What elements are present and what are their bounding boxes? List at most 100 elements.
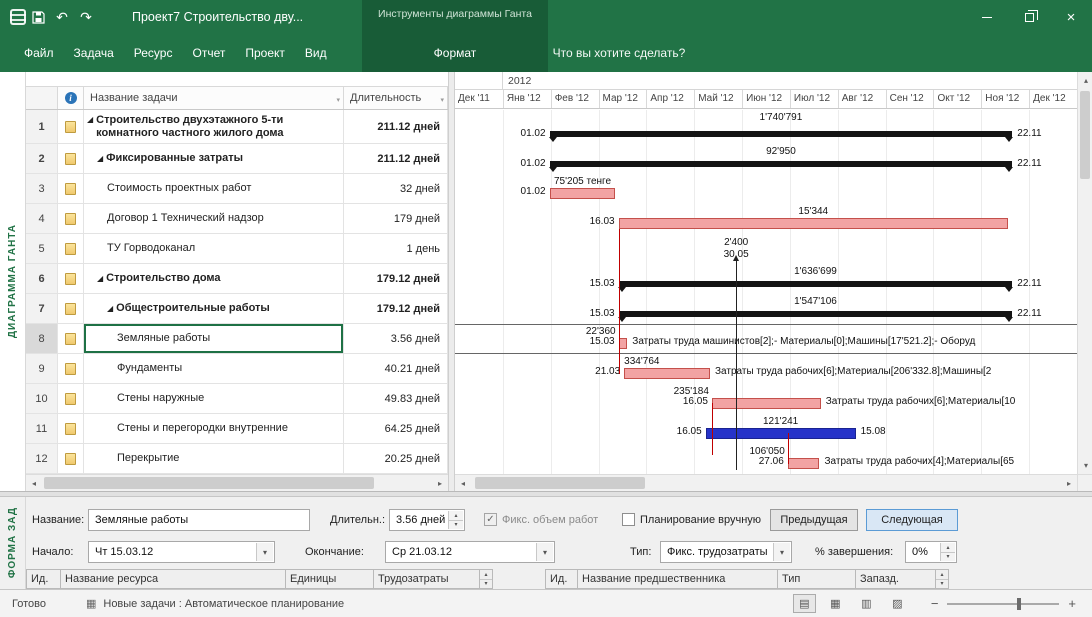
finish-date-dropdown[interactable]: Ср 21.03.12 ▾ — [385, 541, 555, 563]
zoom-in-icon[interactable]: + — [1068, 596, 1076, 611]
task-bar[interactable] — [787, 458, 820, 469]
task-bar[interactable] — [705, 428, 856, 439]
spin-up-icon[interactable]: ▴ — [449, 511, 463, 520]
month-label[interactable]: Окт '12 — [933, 90, 981, 108]
scroll-left-icon[interactable]: ◂ — [455, 475, 471, 492]
row-number[interactable]: 6 — [26, 264, 58, 293]
effort-driven-checkbox[interactable]: ✓ Фикс. объем работ — [484, 513, 598, 526]
table-row[interactable]: 8 Земляные работы 3.56 дней — [26, 324, 448, 354]
scroll-up-icon[interactable]: ▴ — [936, 570, 948, 579]
row-number-header[interactable] — [26, 87, 58, 109]
task-bar[interactable] — [618, 338, 628, 349]
chevron-down-icon[interactable]: ▾ — [773, 543, 790, 561]
duration-column-header[interactable]: Длительность ▾ — [344, 87, 448, 109]
view-label-strip-form[interactable]: ФОРМА ЗАД — [0, 497, 26, 589]
task-name-cell[interactable]: ◢ Фиксированные затраты — [84, 144, 344, 173]
summary-bar[interactable] — [617, 311, 1014, 322]
scroll-down-icon[interactable]: ▾ — [480, 578, 492, 589]
scroll-down-icon[interactable]: ▾ — [1078, 457, 1092, 474]
zoom-slider[interactable] — [947, 597, 1060, 610]
scroll-right-icon[interactable]: ▸ — [1061, 475, 1077, 492]
predecessor-grid-header-id[interactable]: Ид. — [545, 569, 578, 589]
restore-button[interactable] — [1008, 0, 1050, 34]
month-label[interactable]: Ноя '12 — [981, 90, 1029, 108]
row-number[interactable]: 3 — [26, 174, 58, 203]
task-duration-cell[interactable]: 179.12 дней — [344, 294, 448, 323]
task-duration-cell[interactable]: 3.56 дней — [344, 324, 448, 353]
chevron-down-icon[interactable]: ▾ — [536, 543, 553, 561]
predecessor-grid-header-lag[interactable]: Запазд. — [855, 569, 936, 589]
scroll-down-icon[interactable]: ▾ — [936, 578, 948, 589]
chevron-down-icon[interactable]: ▾ — [256, 543, 273, 561]
task-duration-cell[interactable]: 49.83 дней — [344, 384, 448, 413]
resource-grid-header-work[interactable]: Трудозатраты — [373, 569, 480, 589]
resource-grid-header-name[interactable]: Название ресурса — [60, 569, 286, 589]
task-bar[interactable] — [618, 218, 1008, 229]
task-bar[interactable] — [549, 188, 616, 199]
task-name-cell[interactable]: Договор 1 Технический надзор — [84, 204, 344, 233]
table-row[interactable]: 12 Перекрытие 20.25 дней — [26, 444, 448, 474]
spin-down-icon[interactable]: ▾ — [449, 519, 463, 529]
month-label[interactable]: Янв '12 — [502, 90, 551, 108]
spin-up-icon[interactable]: ▴ — [941, 543, 955, 552]
name-column-header[interactable]: Название задачи ▾ — [84, 87, 344, 109]
scroll-left-icon[interactable]: ◂ — [26, 475, 42, 492]
row-number[interactable]: 9 — [26, 354, 58, 383]
table-row[interactable]: 1 ◢ Строительство двухэтажного 5-ти комнат… — [26, 110, 448, 144]
zoom-slider-thumb[interactable] — [1017, 597, 1022, 610]
start-date-dropdown[interactable]: Чт 15.03.12 ▾ — [88, 541, 275, 563]
new-tasks-mode-button[interactable]: ▦ Новые задачи : Автоматическое планиров… — [86, 597, 344, 611]
task-duration-cell[interactable]: 64.25 дней — [344, 414, 448, 443]
month-label[interactable]: Дек '12 — [1029, 90, 1077, 108]
timescale[interactable]: 2012 Дек '11 Янв '12 Фев '12 Мар '12 Апр '12… — [455, 72, 1077, 110]
expand-triangle-icon[interactable]: ◢ — [97, 153, 103, 165]
task-duration-cell[interactable]: 211.12 дней — [344, 144, 448, 173]
row-number[interactable]: 2 — [26, 144, 58, 173]
task-name-cell[interactable]: Стоимость проектных работ — [84, 174, 344, 203]
task-duration-cell[interactable]: 40.21 дней — [344, 354, 448, 383]
scroll-up-icon[interactable]: ▴ — [480, 570, 492, 579]
row-number[interactable]: 11 — [26, 414, 58, 443]
scrollbar-thumb[interactable] — [44, 477, 374, 489]
scroll-right-icon[interactable]: ▸ — [432, 475, 448, 492]
row-number[interactable]: 10 — [26, 384, 58, 413]
previous-task-button[interactable]: Предыдущая — [770, 509, 858, 531]
undo-icon[interactable]: ↶ — [50, 4, 74, 30]
spinner-buttons[interactable]: ▴ ▾ — [448, 511, 463, 529]
view-resource-sheet-icon[interactable]: ▨ — [886, 594, 909, 613]
table-row[interactable]: 5 ТУ Горводоканал 1 день — [26, 234, 448, 264]
predecessor-grid-header-name[interactable]: Название предшественника — [577, 569, 778, 589]
predecessor-grid-scrollbar[interactable]: ▴ ▾ — [935, 569, 949, 589]
tab-report[interactable]: Отчет — [182, 34, 235, 72]
task-name-cell[interactable]: Земляные работы — [84, 324, 344, 353]
tab-task[interactable]: Задача — [64, 34, 124, 72]
scrollbar-thumb[interactable] — [1080, 91, 1090, 179]
view-task-usage-icon[interactable]: ▦ — [824, 594, 847, 613]
scrollbar-thumb[interactable] — [475, 477, 645, 489]
row-number[interactable]: 12 — [26, 444, 58, 473]
next-task-button[interactable]: Следующая — [866, 509, 958, 531]
scroll-up-icon[interactable]: ▴ — [1078, 72, 1092, 89]
table-chart-splitter[interactable] — [448, 72, 455, 491]
tab-format[interactable]: Формат — [434, 34, 477, 72]
task-name-cell[interactable]: ◢ Строительство дома — [84, 264, 344, 293]
task-name-cell[interactable]: Стены и перегородки внутренние — [84, 414, 344, 443]
timescale-months[interactable]: Дек '11 Янв '12 Фев '12 Мар '12 Апр '12 Май '… — [455, 90, 1077, 109]
table-row[interactable]: 6 ◢ Строительство дома 179.12 дней — [26, 264, 448, 294]
filter-icon[interactable]: ▾ — [440, 96, 444, 104]
task-bar[interactable] — [711, 398, 821, 409]
month-label[interactable]: Мар '12 — [598, 90, 647, 108]
spin-down-icon[interactable]: ▾ — [941, 551, 955, 561]
month-label[interactable]: Апр '12 — [646, 90, 694, 108]
spinner-buttons[interactable]: ▴ ▾ — [940, 543, 955, 561]
tab-view[interactable]: Вид — [295, 34, 337, 72]
row-number[interactable]: 8 — [26, 324, 58, 353]
tab-resource[interactable]: Ресурс — [124, 34, 183, 72]
table-row[interactable]: 7 ◢ Общестроительные работы 179.12 дней — [26, 294, 448, 324]
close-button[interactable]: × — [1050, 0, 1092, 34]
task-duration-cell[interactable]: 32 дней — [344, 174, 448, 203]
table-row[interactable]: 11 Стены и перегородки внутренние 64.25 дн… — [26, 414, 448, 444]
chart-horizontal-scrollbar[interactable]: ◂ ▸ — [455, 474, 1077, 491]
expand-triangle-icon[interactable]: ◢ — [107, 303, 113, 315]
manual-schedule-checkbox[interactable]: Планирование вручную — [622, 513, 761, 526]
